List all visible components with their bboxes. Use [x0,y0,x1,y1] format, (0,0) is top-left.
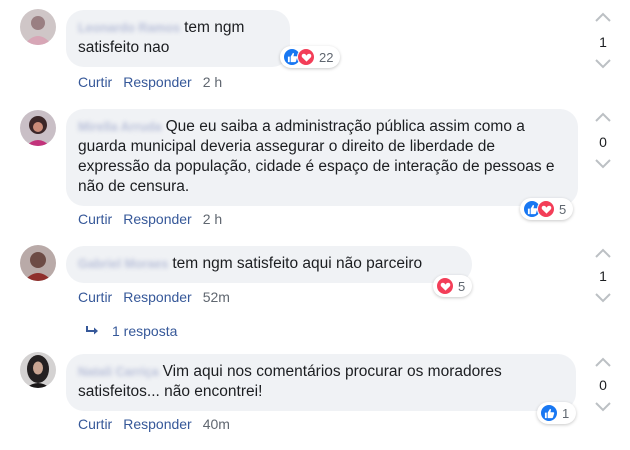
like-button[interactable]: Curtir [78,416,112,432]
timestamp[interactable]: 2 h [203,74,222,90]
vote-control: 1 [590,248,616,303]
reply-arrow-icon [86,326,98,335]
reply-button[interactable]: Responder [123,289,192,305]
comment-bubble: Natali Carriça Vim aqui nos comentários p… [66,354,576,411]
reaction-summary[interactable]: 5 [520,198,574,220]
vote-control: 0 [590,357,616,412]
upvote-arrow-icon[interactable] [594,12,612,23]
reaction-summary[interactable]: 22 [280,46,341,68]
avatar[interactable] [20,110,56,146]
like-button[interactable]: Curtir [78,289,112,305]
vote-score: 0 [599,377,607,393]
downvote-arrow-icon[interactable] [594,58,612,69]
downvote-arrow-icon[interactable] [594,158,612,169]
reaction-summary[interactable]: 1 [537,402,577,424]
reaction-count: 22 [319,49,334,65]
vote-score: 1 [599,268,607,284]
reaction-count: 1 [562,405,570,421]
avatar[interactable] [20,352,56,388]
comment-author[interactable]: Gabriel Moraes [78,257,168,271]
comment-actions: Curtir Responder 2 h [78,211,233,227]
comment-author[interactable]: Natali Carriça [78,365,159,379]
timestamp[interactable]: 52m [203,289,230,305]
love-icon [537,200,555,218]
comment-actions: Curtir Responder 40m [78,416,241,432]
comment-author[interactable]: Leonardo Ramos [78,21,180,35]
reaction-count: 5 [559,201,567,217]
vote-score: 1 [599,34,607,50]
reply-button[interactable]: Responder [123,211,192,227]
upvote-arrow-icon[interactable] [594,357,612,368]
timestamp[interactable]: 40m [203,416,230,432]
love-icon [297,48,315,66]
replies-count-label[interactable]: 1 resposta [112,323,177,339]
downvote-arrow-icon[interactable] [594,401,612,412]
avatar[interactable] [20,245,56,281]
view-replies-link[interactable]: 1 resposta [86,323,177,339]
comment-text: tem ngm satisfeito aqui não parceiro [172,255,423,272]
upvote-arrow-icon[interactable] [594,248,612,259]
reply-button[interactable]: Responder [123,74,192,90]
love-icon [436,277,454,295]
comment-bubble: Gabriel Moraes tem ngm satisfeito aqui nã… [66,246,472,283]
vote-control: 1 [590,12,616,69]
vote-control: 0 [590,112,616,169]
comment-actions: Curtir Responder 52m [78,289,241,305]
reply-button[interactable]: Responder [123,416,192,432]
comment-author[interactable]: Mirella Arruda [78,120,162,134]
downvote-arrow-icon[interactable] [594,292,612,303]
vote-score: 0 [599,134,607,150]
like-button[interactable]: Curtir [78,74,112,90]
comment-bubble: Leonardo Ramos tem ngm satisfeito nao [66,10,290,67]
comment-bubble: Mirella Arruda Que eu saiba a administraç… [66,109,578,206]
upvote-arrow-icon[interactable] [594,112,612,123]
like-icon [540,404,558,422]
comment-actions: Curtir Responder 2 h [78,74,233,90]
reaction-summary[interactable]: 5 [433,275,473,297]
avatar[interactable] [20,9,56,45]
timestamp[interactable]: 2 h [203,211,222,227]
reaction-count: 5 [458,278,466,294]
like-button[interactable]: Curtir [78,211,112,227]
